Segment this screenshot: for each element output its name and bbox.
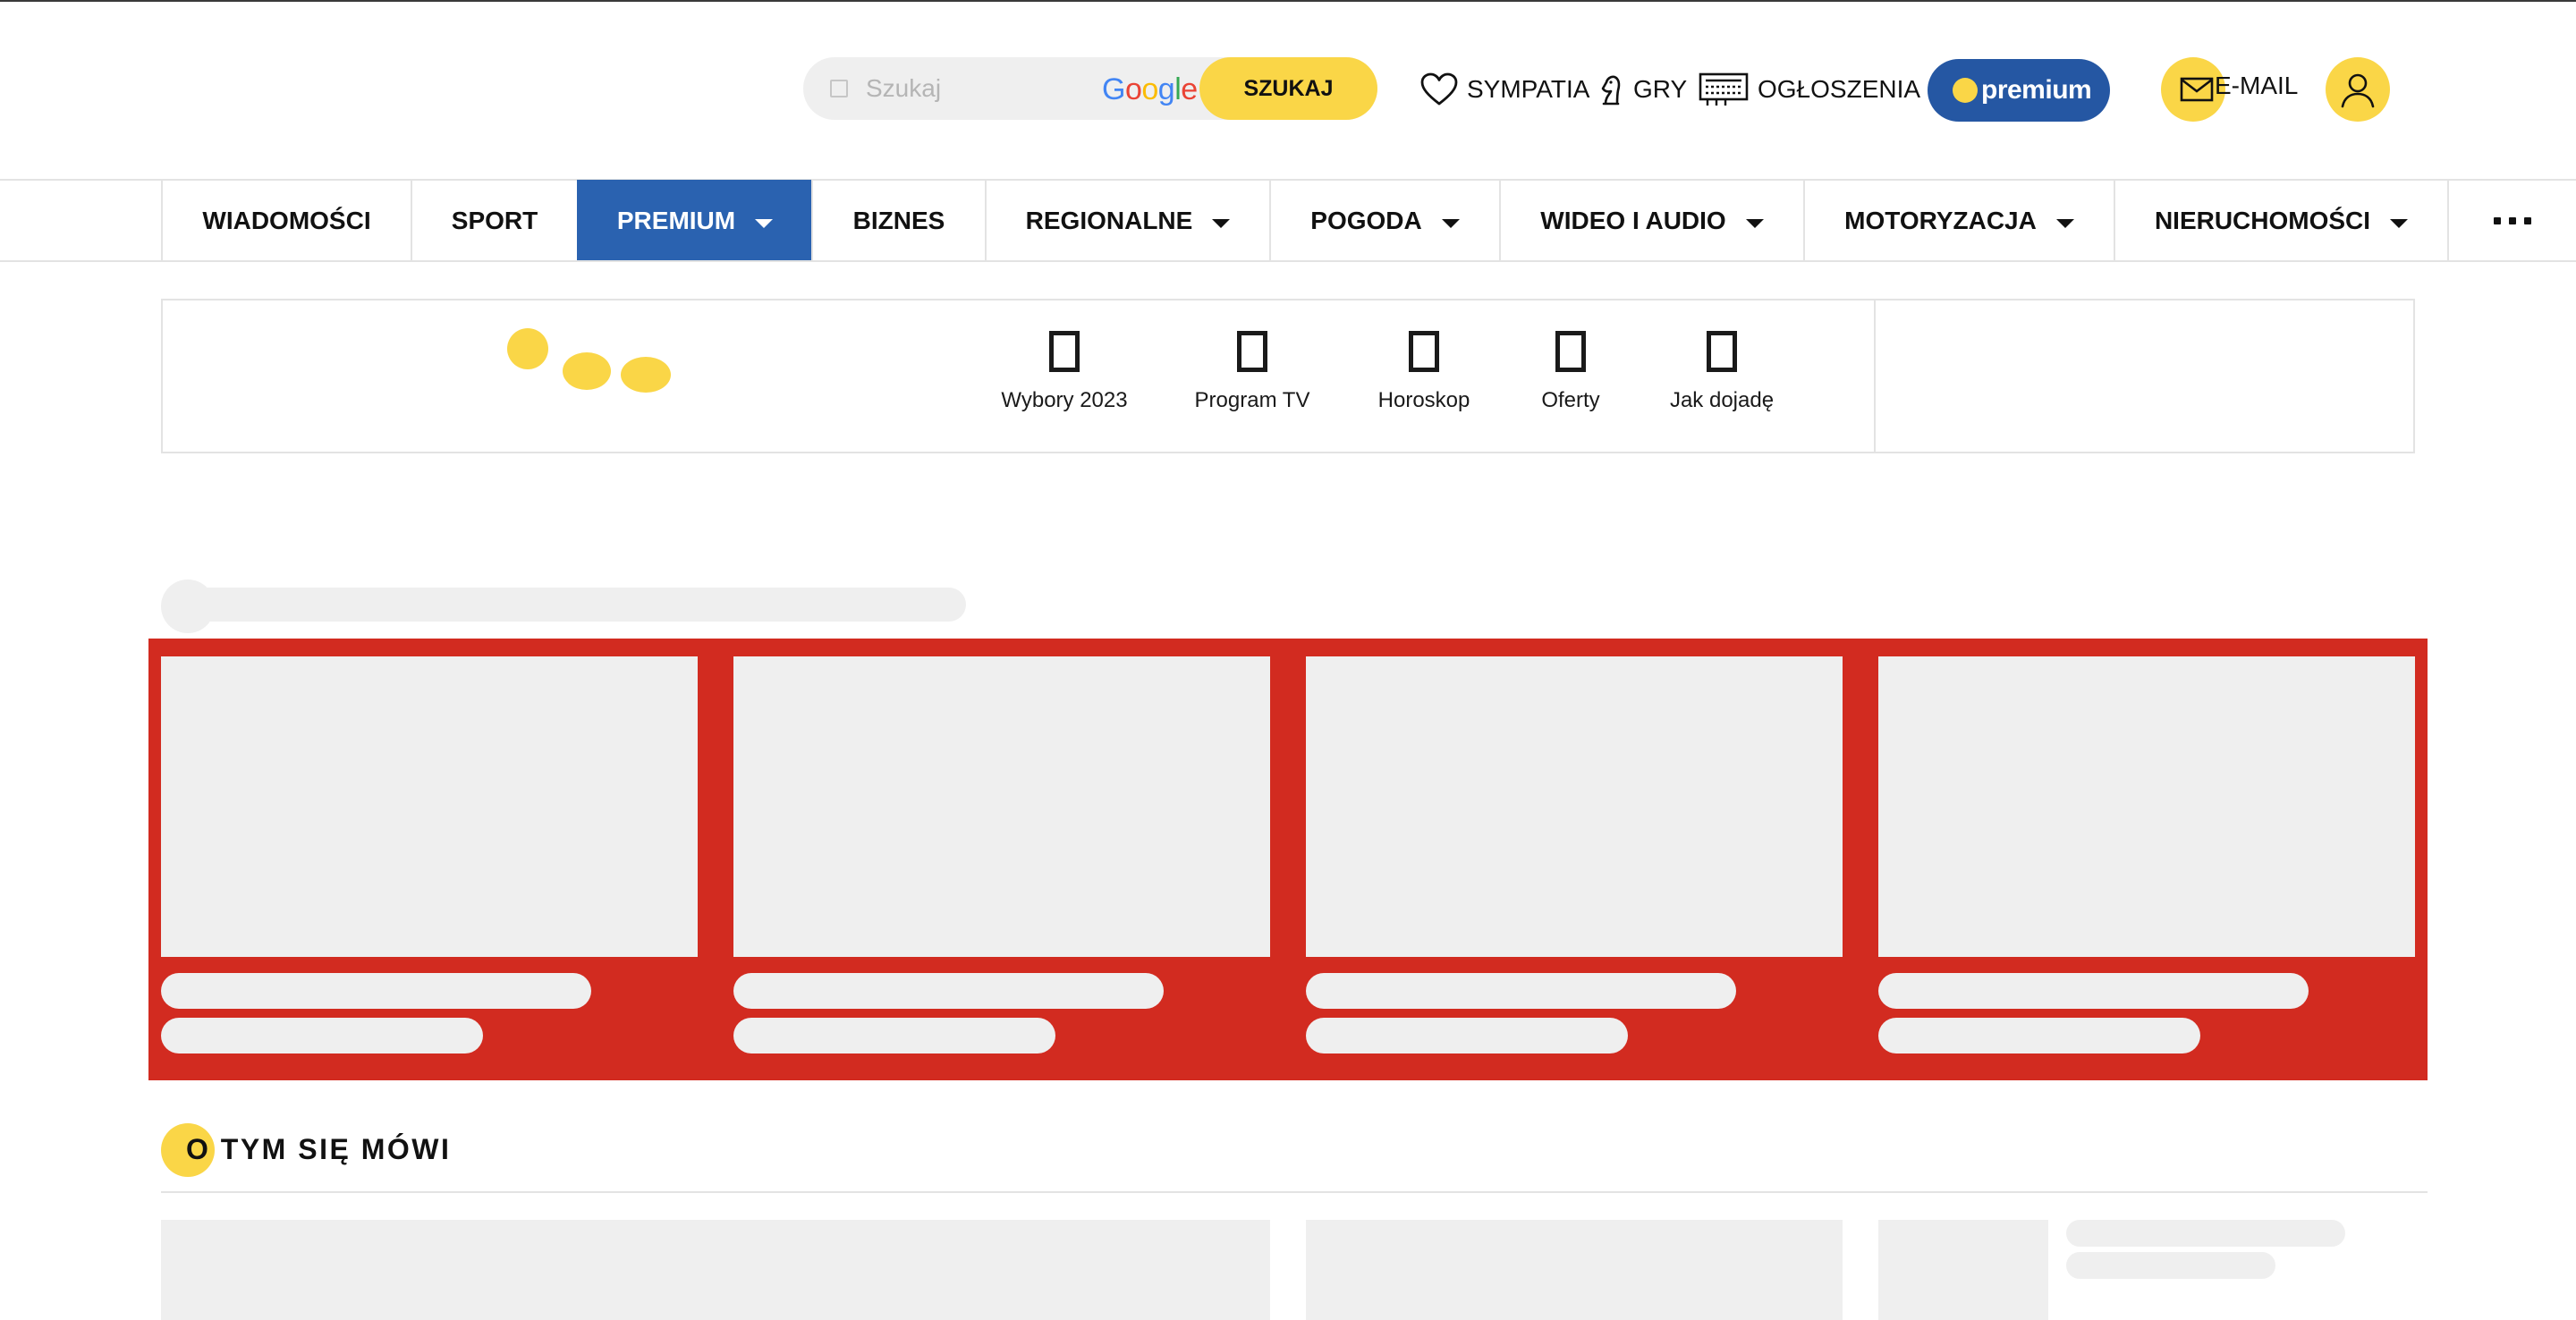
skeleton-thumb xyxy=(1878,1220,2048,1320)
service-wybory-2023[interactable]: Wybory 2023 xyxy=(975,331,1154,429)
site-logo-dot xyxy=(563,352,611,390)
nav-item-wiadomosci[interactable]: WIADOMOŚCI xyxy=(161,180,411,261)
nav-label: REGIONALNE xyxy=(1025,206,1193,234)
skeleton-card-line xyxy=(2066,1252,2275,1279)
gry-label: GRY xyxy=(1633,75,1688,103)
nav-label: PREMIUM xyxy=(616,206,736,234)
nav-item-biznes[interactable]: BIZNES xyxy=(811,180,985,261)
service-label: Wybory 2023 xyxy=(1001,388,1128,412)
classifieds-icon xyxy=(1699,72,1749,106)
service-program-tv[interactable]: Program TV xyxy=(1181,331,1324,429)
nav-item-pogoda[interactable]: POGODA xyxy=(1269,180,1499,261)
skeleton-card-line xyxy=(161,973,591,1009)
search-bar: Google SZUKAJ xyxy=(803,57,1377,120)
gry-link[interactable]: GRY xyxy=(1597,70,1687,109)
nav-label: WIDEO I AUDIO xyxy=(1540,206,1726,234)
section-title: O TYM SIĘ MÓWI xyxy=(186,1133,451,1166)
service-label: Program TV xyxy=(1194,388,1310,412)
service-label: Horoskop xyxy=(1377,388,1470,412)
service-label: Oferty xyxy=(1541,388,1600,412)
nav-item-wideo-i-audio[interactable]: WIDEO I AUDIO xyxy=(1499,180,1803,261)
skeleton-card-line xyxy=(161,1018,483,1053)
section-title-rest: TYM SIĘ MÓWI xyxy=(210,1133,452,1165)
service-label: Jak dojadę xyxy=(1669,388,1775,412)
nav-label: WIADOMOŚCI xyxy=(202,206,371,234)
skeleton-card-image xyxy=(161,1220,1270,1320)
nav-item-nieruchomosci[interactable]: NIERUCHOMOŚCI xyxy=(2114,180,2447,261)
more-dots-icon xyxy=(2509,216,2516,224)
skeleton-card-line xyxy=(1878,1018,2200,1053)
more-dots-icon xyxy=(2524,216,2531,224)
nav-item-sport[interactable]: SPORT xyxy=(411,180,577,261)
section-title-initial: O xyxy=(186,1133,211,1165)
top-border xyxy=(0,0,2576,2)
skeleton-card-line xyxy=(733,1018,1055,1053)
caret-down-icon xyxy=(1745,218,1764,228)
premium-label: premium xyxy=(1981,75,2092,105)
caret-down-icon xyxy=(1212,218,1231,228)
skeleton-card-image xyxy=(733,656,1270,957)
missing-glyph-icon xyxy=(1237,331,1267,372)
skeleton-card-line xyxy=(1306,973,1736,1009)
main-nav: WIADOMOŚCI SPORT PREMIUM BIZNES REGIONAL… xyxy=(161,180,2576,261)
skeleton-card-image xyxy=(1306,656,1843,957)
premium-dot-icon xyxy=(1953,78,1978,103)
site-logo-dot xyxy=(621,357,671,393)
google-logo: Google xyxy=(1102,72,1198,106)
nav-label: MOTORYZACJA xyxy=(1844,206,2037,234)
chess-knight-icon xyxy=(1601,75,1621,106)
sympatia-link[interactable]: SYMPATIA xyxy=(1420,70,1589,109)
nav-label: NIERUCHOMOŚCI xyxy=(2154,206,2371,234)
service-oferty[interactable]: Oferty xyxy=(1526,331,1615,429)
search-checkbox-icon xyxy=(830,80,848,97)
section-divider xyxy=(161,1191,2428,1193)
ogloszenia-label: OGŁOSZENIA xyxy=(1758,75,1921,103)
missing-glyph-icon xyxy=(1409,331,1439,372)
caret-down-icon xyxy=(1441,218,1460,228)
email-link[interactable] xyxy=(2161,57,2295,122)
user-account-button[interactable] xyxy=(2326,57,2390,122)
service-bar-divider xyxy=(1874,299,1876,453)
caret-down-icon xyxy=(755,218,774,228)
site-logo-dot xyxy=(507,328,548,369)
heart-icon xyxy=(1420,72,1458,106)
ogloszenia-link[interactable]: OGŁOSZENIA xyxy=(1699,70,1920,109)
nav-label: POGODA xyxy=(1310,206,1422,234)
sympatia-label: SYMPATIA xyxy=(1467,75,1590,103)
skeleton-card-line xyxy=(1878,973,2309,1009)
skeleton-card-line xyxy=(733,973,1164,1009)
service-horoskop[interactable]: Horoskop xyxy=(1361,331,1487,429)
user-icon xyxy=(2341,73,2375,108)
search-button[interactable]: SZUKAJ xyxy=(1199,57,1377,120)
skeleton-card-line xyxy=(2066,1220,2345,1247)
skeleton-heading xyxy=(179,588,966,622)
nav-item-premium[interactable]: PREMIUM xyxy=(577,180,811,261)
more-dots-icon xyxy=(2494,216,2501,224)
nav-more-button[interactable] xyxy=(2447,180,2576,261)
premium-button[interactable]: premium xyxy=(1928,59,2110,122)
missing-glyph-icon xyxy=(1555,331,1586,372)
nav-item-regionalne[interactable]: REGIONALNE xyxy=(985,180,1269,261)
nav-item-motoryzacja[interactable]: MOTORYZACJA xyxy=(1803,180,2114,261)
caret-down-icon xyxy=(2055,218,2074,228)
search-input[interactable] xyxy=(866,57,1134,120)
missing-glyph-icon xyxy=(1707,331,1737,372)
nav-divider-bottom xyxy=(0,260,2576,262)
nav-label: BIZNES xyxy=(852,206,945,234)
skeleton-card-image xyxy=(161,656,698,957)
nav-label: SPORT xyxy=(451,206,538,234)
missing-glyph-icon xyxy=(1049,331,1080,372)
service-jak-dojade[interactable]: Jak dojadę xyxy=(1664,331,1780,429)
skeleton-card-image xyxy=(1878,656,2415,957)
skeleton-card-image xyxy=(1306,1220,1843,1320)
caret-down-icon xyxy=(2390,218,2409,228)
skeleton-card-line xyxy=(1306,1018,1628,1053)
